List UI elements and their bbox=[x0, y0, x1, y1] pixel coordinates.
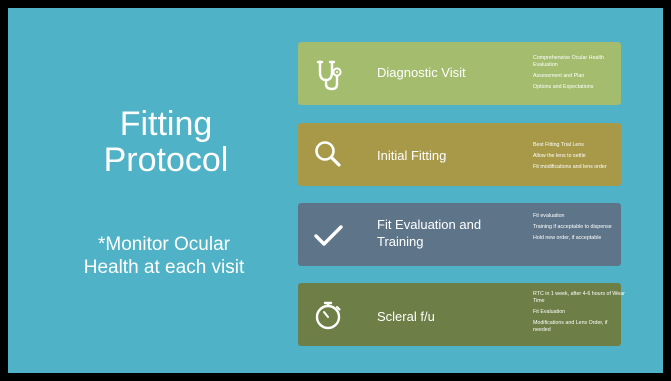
detail-item: Allow the lens to settle bbox=[533, 153, 586, 159]
card-label: Scleral f/u bbox=[377, 309, 435, 324]
detail-item: Modifications and Lens Order, if needed bbox=[533, 320, 608, 333]
slide: Fitting Protocol *Monitor Ocular Health … bbox=[8, 8, 663, 373]
title-line-2: Protocol bbox=[103, 141, 229, 179]
card-label: Initial Fitting bbox=[377, 148, 447, 163]
stopwatch-icon bbox=[310, 297, 346, 333]
card-details: Best Fitting Trial Lens Allow the lens t… bbox=[533, 142, 625, 171]
checkmark-icon bbox=[310, 217, 346, 253]
card-label: Diagnostic Visit bbox=[377, 65, 466, 80]
subtitle-line-2: Health at each visit bbox=[83, 257, 245, 278]
card-label-line-2: Training bbox=[377, 234, 424, 249]
detail-item: Options and Expectations bbox=[533, 84, 594, 90]
subtitle-line-1: *Monitor Ocular bbox=[98, 234, 230, 255]
detail-item: Training if acceptable to dispense bbox=[533, 224, 612, 230]
slide-title: Fitting Protocol bbox=[66, 106, 266, 178]
stethoscope-icon bbox=[310, 56, 346, 92]
card-details: Comprehensive Ocular Health Evaluation A… bbox=[533, 55, 625, 91]
detail-item: Fit evaluation bbox=[533, 213, 565, 219]
detail-item: RTC in 1 week, after 4-6 hours of Wear T… bbox=[533, 291, 625, 304]
card-label-line-1: Fit Evaluation and bbox=[377, 217, 482, 232]
slide-frame: Fitting Protocol *Monitor Ocular Health … bbox=[0, 0, 671, 381]
card-scleral-follow-up: Scleral f/u RTC in 1 week, after 4-6 hou… bbox=[298, 283, 625, 346]
detail-item: Assessment and Plan bbox=[533, 73, 585, 79]
title-line-1: Fitting bbox=[119, 105, 213, 143]
card-fit-evaluation: Fit Evaluation and Training Fit evaluati… bbox=[298, 203, 621, 266]
card-label: Fit Evaluation and Training bbox=[377, 216, 517, 250]
card-diagnostic-visit: Diagnostic Visit Comprehensive Ocular He… bbox=[298, 42, 621, 105]
detail-item: Fit modifications and lens order bbox=[533, 164, 607, 170]
card-details: RTC in 1 week, after 4-6 hours of Wear T… bbox=[533, 291, 625, 334]
detail-item: Fit Evaluation bbox=[533, 309, 566, 315]
card-initial-fitting: Initial Fitting Best Fitting Trial Lens … bbox=[298, 123, 621, 186]
detail-item: Best Fitting Trial Lens bbox=[533, 142, 584, 148]
slide-subtitle: *Monitor Ocular Health at each visit bbox=[38, 233, 290, 279]
card-details: Fit evaluation Training if acceptable to… bbox=[533, 213, 625, 242]
detail-item: Hold new order, if acceptable bbox=[533, 235, 602, 241]
detail-item: Comprehensive Ocular Health Evaluation bbox=[533, 55, 604, 68]
magnifier-icon bbox=[310, 137, 346, 173]
